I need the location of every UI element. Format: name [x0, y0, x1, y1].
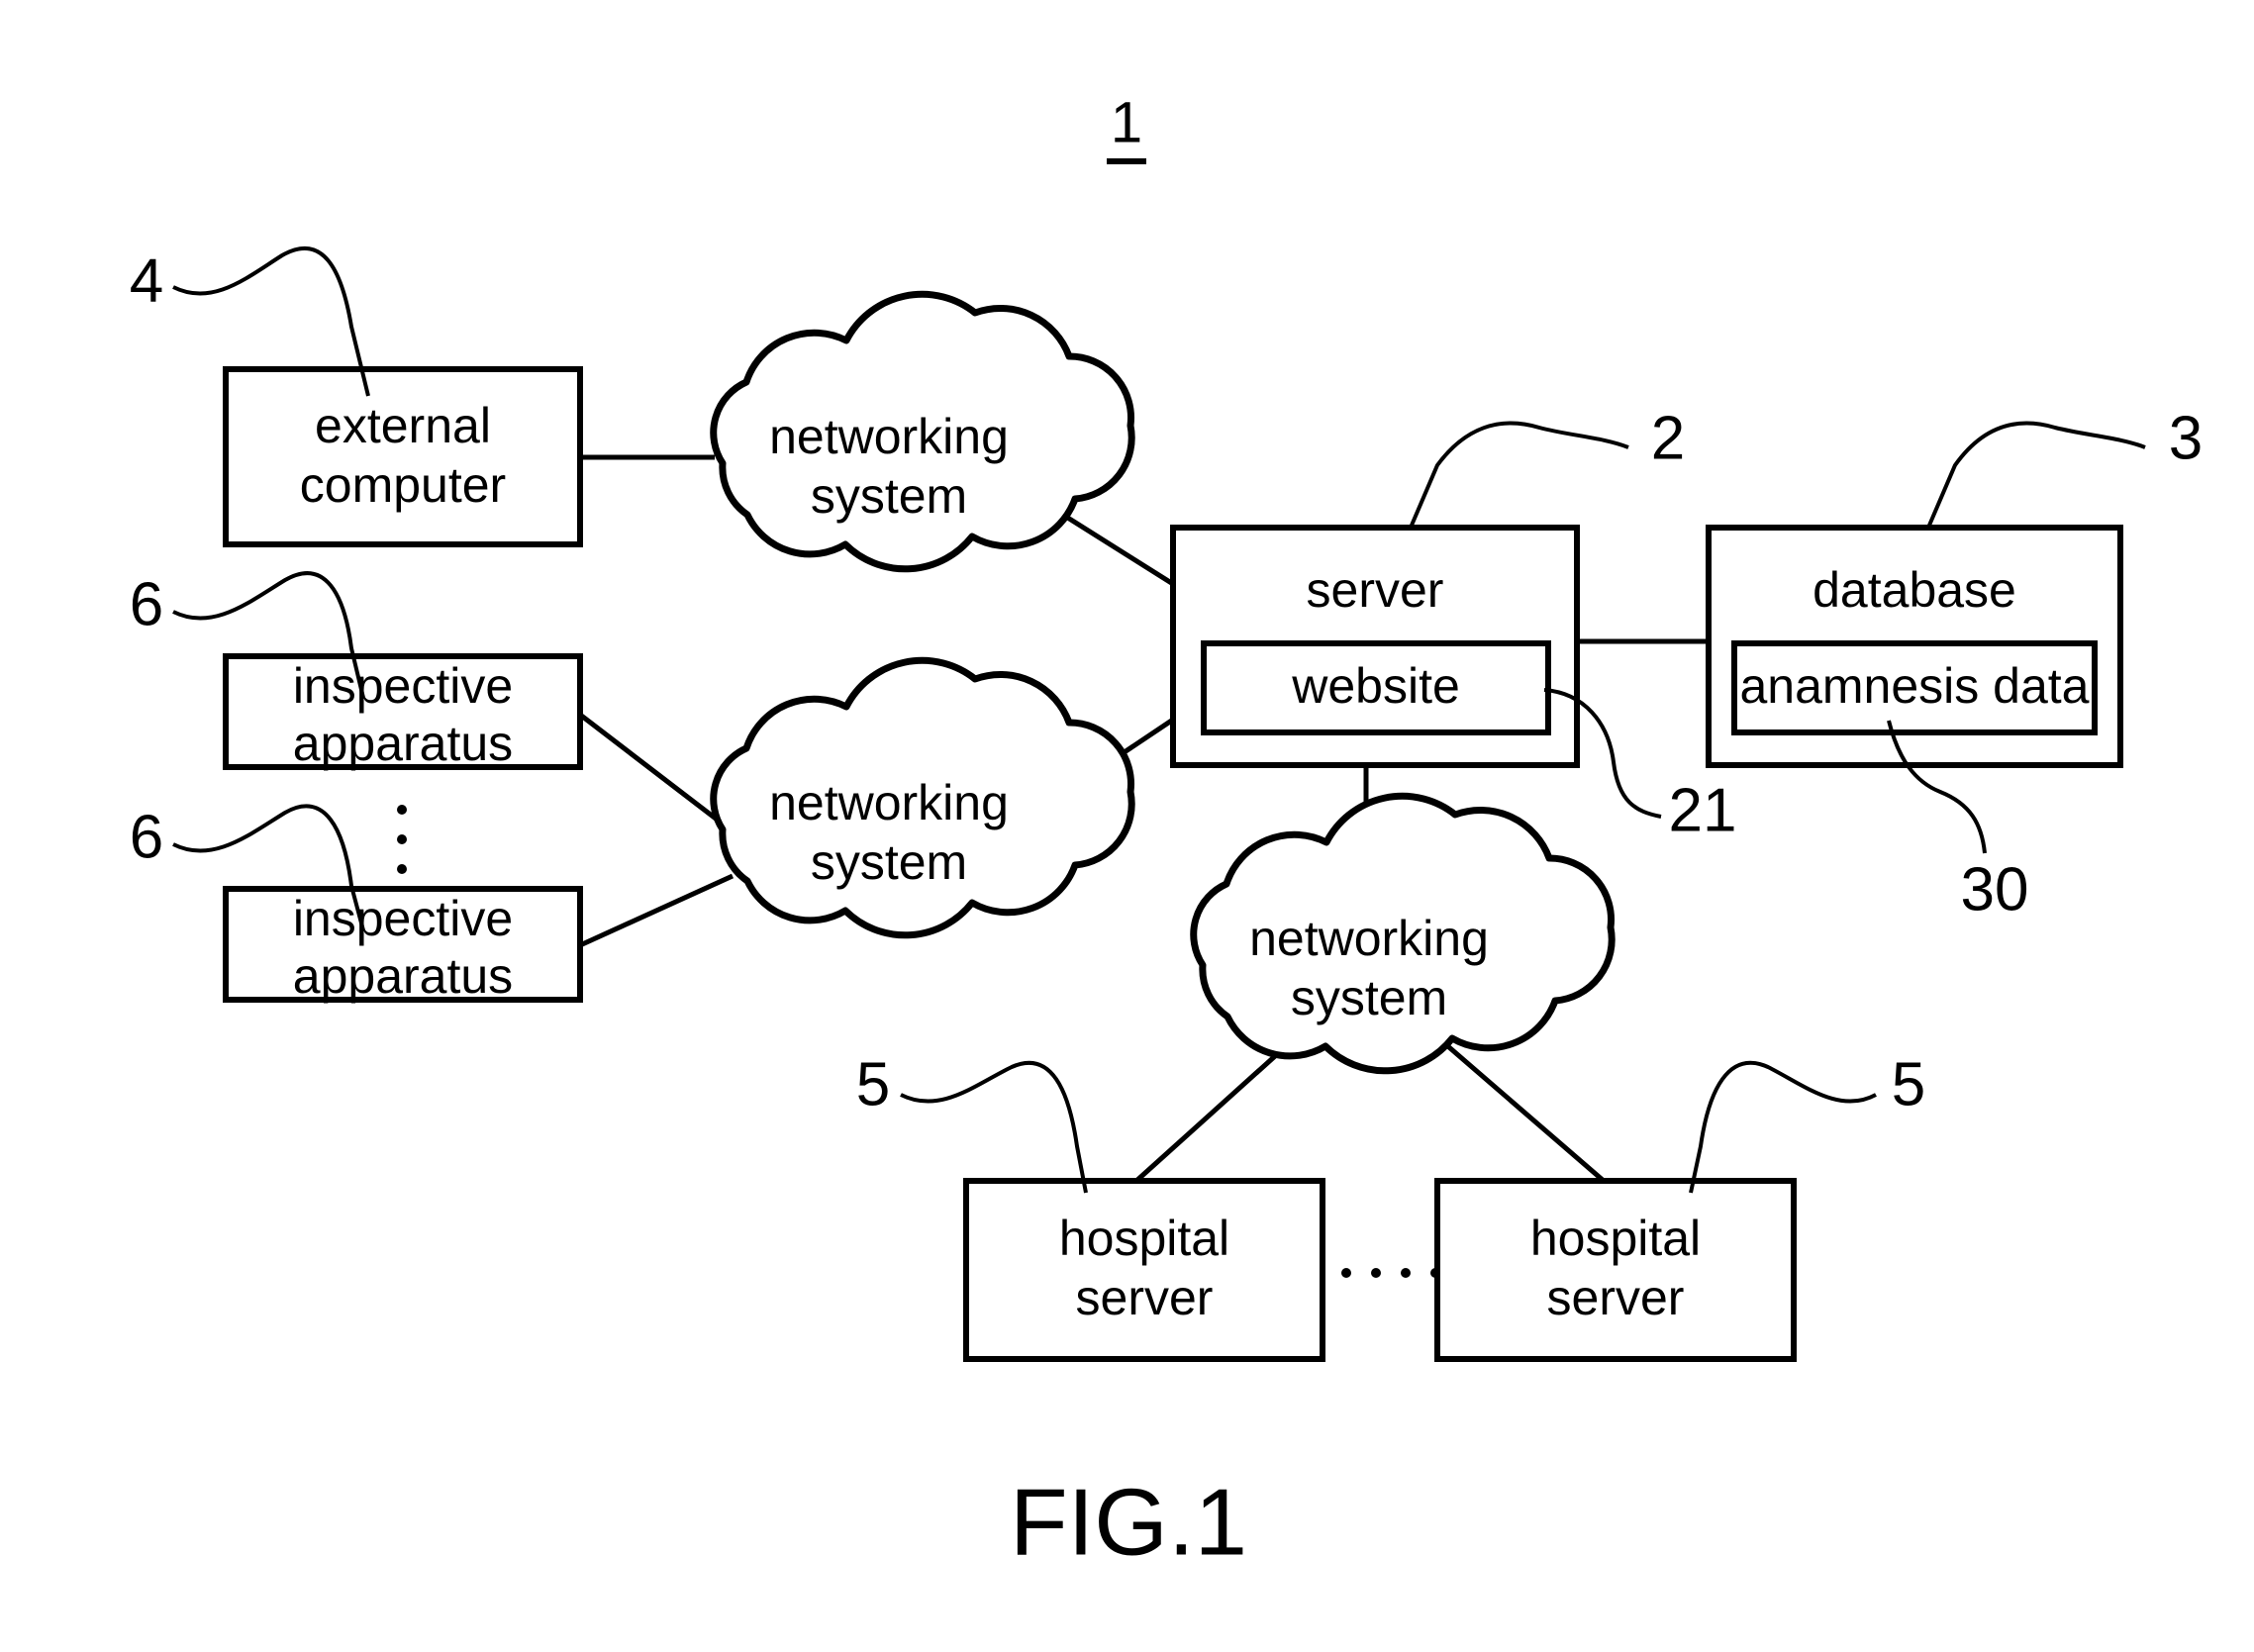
- inspective-apparatus-1-label-line1: inspective: [293, 658, 513, 714]
- inspective-apparatus-vertical-ellipsis: [397, 805, 407, 874]
- link-inspective-2-to-middle-cloud: [578, 873, 735, 948]
- reference-number-4: 4: [130, 246, 163, 315]
- inspective-apparatus-2-label-line2: apparatus: [293, 948, 513, 1004]
- diagram-canvas: networking system networking system netw…: [130, 90, 2203, 1575]
- database-node: database anamnesis data: [1706, 525, 2123, 768]
- network-cloud-top-label-line2: system: [811, 468, 967, 524]
- network-cloud-top: networking system: [710, 290, 1135, 573]
- external-computer-node: external computer: [223, 366, 583, 547]
- server-label: server: [1307, 562, 1444, 618]
- leader-line-5-left: [900, 1060, 1088, 1194]
- reference-callout-2: 2: [1409, 404, 1685, 529]
- database-label: database: [1813, 562, 2016, 618]
- hospital-server-2-label-line2: server: [1547, 1270, 1685, 1325]
- reference-number-3: 3: [2169, 404, 2203, 472]
- external-computer-label-line1: external: [315, 398, 491, 453]
- leader-line-3: [1926, 421, 2146, 529]
- system-number-callout: 1: [1107, 90, 1146, 164]
- hospital-server-2-label-line1: hospital: [1530, 1211, 1701, 1266]
- hospital-server-1-label-line2: server: [1076, 1270, 1214, 1325]
- figure-caption: FIG.1: [1010, 1469, 1247, 1575]
- hospital-server-1-node: hospital server: [963, 1178, 1325, 1362]
- reference-number-6-upper: 6: [130, 570, 163, 638]
- leader-line-2: [1409, 421, 1629, 529]
- reference-number-5-right: 5: [1892, 1050, 1925, 1118]
- network-cloud-middle-label-line1: networking: [769, 775, 1009, 830]
- network-cloud-bottom-label-line2: system: [1291, 970, 1447, 1025]
- system-number-1: 1: [1111, 90, 1142, 154]
- external-computer-label-line2: computer: [300, 457, 506, 513]
- website-label: website: [1291, 658, 1460, 714]
- reference-number-2: 2: [1651, 404, 1685, 472]
- reference-callout-5-right: 5: [1689, 1050, 1925, 1194]
- link-inspective-1-to-middle-cloud: [578, 713, 735, 833]
- reference-callout-5-left: 5: [856, 1050, 1088, 1194]
- inspective-apparatus-2-node: inspective apparatus: [223, 886, 583, 1004]
- inspective-apparatus-2-label-line1: inspective: [293, 891, 513, 946]
- inspective-apparatus-1-label-line2: apparatus: [293, 716, 513, 771]
- network-cloud-bottom: networking system: [1190, 792, 1616, 1075]
- link-bottom-cloud-to-hospital-2: [1426, 1027, 1606, 1183]
- network-cloud-middle: networking system: [710, 656, 1135, 939]
- hospital-server-2-node: hospital server: [1434, 1178, 1797, 1362]
- reference-callout-3: 3: [1926, 404, 2203, 529]
- inspective-apparatus-1-node: inspective apparatus: [223, 653, 583, 771]
- reference-number-21: 21: [1669, 776, 1737, 844]
- network-cloud-top-label-line1: networking: [769, 409, 1009, 464]
- reference-number-5-left: 5: [856, 1050, 890, 1118]
- reference-number-6-lower: 6: [130, 803, 163, 871]
- anamnesis-data-label: anamnesis data: [1739, 658, 2089, 714]
- hospital-server-1-label-line1: hospital: [1059, 1211, 1229, 1266]
- patent-figure-1: networking system networking system netw…: [0, 0, 2254, 1652]
- hospital-server-horizontal-ellipsis: [1341, 1268, 1440, 1278]
- reference-number-30: 30: [1961, 855, 2029, 923]
- network-cloud-middle-label-line2: system: [811, 834, 967, 890]
- server-node: server website: [1170, 525, 1580, 768]
- leader-line-5-right: [1689, 1060, 1877, 1194]
- network-cloud-bottom-label-line1: networking: [1249, 911, 1489, 966]
